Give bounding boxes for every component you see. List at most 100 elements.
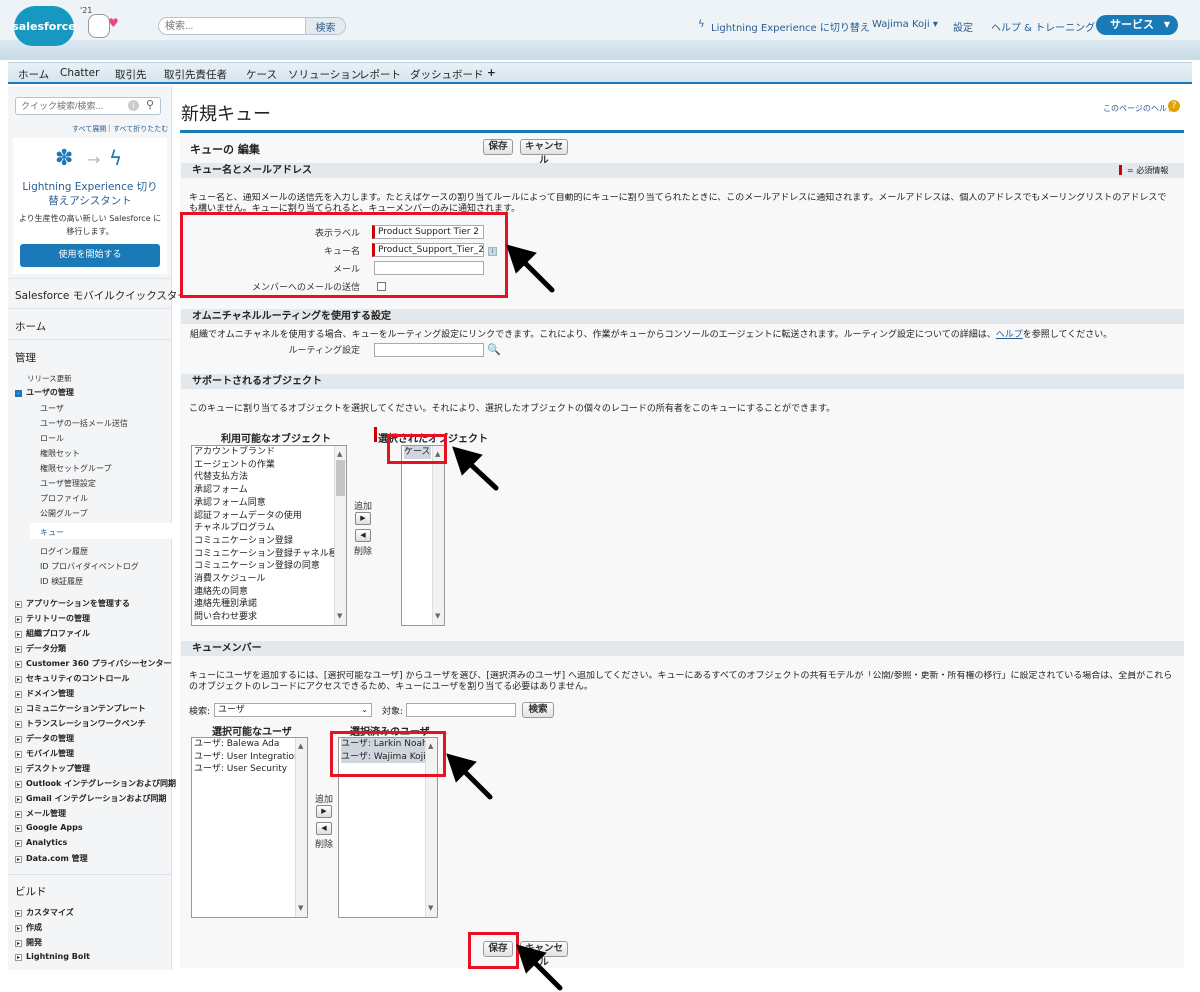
mobile-quickstart-link[interactable]: Salesforce モバイルクイックスタート <box>15 288 198 303</box>
object-option[interactable]: 認証フォームデータの使用 <box>194 510 346 523</box>
sidebar-build-item[interactable]: ▸ 作成 <box>15 922 42 933</box>
scrollbar[interactable]: ▲ ▼ <box>432 446 444 625</box>
sidebar-category[interactable]: ▸ モバイル管理 <box>15 748 74 759</box>
object-option[interactable]: 連絡先の同意 <box>194 586 346 599</box>
global-search-button[interactable]: 検索 <box>305 18 345 34</box>
tab-dashboards[interactable]: ダッシュボード <box>410 67 484 82</box>
selected-user-option[interactable]: ユーザ: Larkin Noah <box>341 738 428 751</box>
email-input[interactable] <box>374 261 484 275</box>
page-help-link[interactable]: このページのヘルプ <box>1103 103 1175 114</box>
sidebar-item-permission-sets[interactable]: 権限セット <box>40 448 80 459</box>
sidebar-item-user-settings[interactable]: ユーザ管理設定 <box>40 478 96 489</box>
remove-object-button[interactable]: ◀ <box>355 529 371 542</box>
scroll-up-icon[interactable]: ▲ <box>435 448 440 461</box>
cancel-button-top[interactable]: キャンセル <box>520 139 568 166</box>
save-button-bottom[interactable]: 保存 <box>483 941 513 957</box>
sidebar-category[interactable]: ▸ メール管理 <box>15 808 66 819</box>
sidebar-item-roles[interactable]: ロール <box>40 433 64 444</box>
sidebar-category[interactable]: ▸ Google Apps <box>15 823 83 832</box>
tab-add-button[interactable]: + <box>487 67 496 79</box>
user-menu[interactable]: Wajima Koji ▾ <box>872 19 938 30</box>
available-users-list[interactable]: ユーザ: Balewa Ada ユーザ: User Integration ユーザ:… <box>191 737 308 918</box>
sidebar-user-mgmt[interactable]: - ユーザの管理 <box>15 387 74 398</box>
object-option[interactable]: コミュニケーション登録の同意 <box>194 560 346 573</box>
selected-users-list[interactable]: ユーザ: Larkin Noah ユーザ: Wajima Koji ▲ ▼ <box>338 737 438 918</box>
object-option[interactable]: コミュニケーション登録 <box>194 535 346 548</box>
scroll-up-icon[interactable]: ▲ <box>337 448 342 461</box>
sidebar-category[interactable]: ▸ コミュニケーションテンプレート <box>15 703 146 714</box>
scroll-down-icon[interactable]: ▼ <box>428 902 433 915</box>
sidebar-item-mass-email[interactable]: ユーザの一括メール送信 <box>40 418 128 429</box>
help-icon[interactable]: ? <box>1168 100 1180 112</box>
sidebar-item-profiles[interactable]: プロファイル <box>40 493 88 504</box>
sidebar-category[interactable]: ▸ Outlook インテグレーションおよび同期 <box>15 778 176 789</box>
sidebar-category[interactable]: ▸ テリトリーの管理 <box>15 613 90 624</box>
global-search-input[interactable] <box>165 19 305 33</box>
sidebar-item-id-verification[interactable]: ID 検証履歴 <box>40 576 83 587</box>
queue-name-input[interactable]: Product_Support_Tier_2 <box>372 243 484 257</box>
object-option[interactable]: チャネルプログラム <box>194 522 346 535</box>
sidebar-category[interactable]: ▸ Customer 360 プライバシーセンター <box>15 658 171 669</box>
tab-reports[interactable]: レポート <box>359 67 401 82</box>
object-option[interactable]: コミュニケーション登録チャネル種別 <box>194 548 346 561</box>
assistant-title[interactable]: Lightning Experience 切り替えアシスタント <box>21 180 159 208</box>
user-option[interactable]: ユーザ: User Integration <box>194 751 307 764</box>
routing-config-input[interactable] <box>374 343 484 357</box>
scrollbar[interactable]: ▲ ▼ <box>334 446 346 625</box>
sidebar-category[interactable]: ▸ アプリケーションを管理する <box>15 598 130 609</box>
object-option[interactable]: アカウントブランド <box>194 446 346 459</box>
scroll-down-icon[interactable]: ▼ <box>435 610 440 623</box>
sidebar-category[interactable]: ▸ Analytics <box>15 838 67 847</box>
collapse-all-link[interactable]: すべて折りたたむ <box>113 124 168 134</box>
object-option[interactable]: 問い合わせ要求 <box>194 611 346 624</box>
selected-user-option[interactable]: ユーザ: Wajima Koji <box>341 750 426 764</box>
sidebar-category[interactable]: ▸ Gmail インテグレーションおよび同期 <box>15 793 166 804</box>
object-option[interactable]: 承認フォーム <box>194 484 346 497</box>
search-icon[interactable]: ⚲ <box>146 98 154 111</box>
object-option[interactable]: 連絡先種別承諾 <box>194 598 346 611</box>
available-objects-list[interactable]: アカウントブランド エージェントの作業 代替支払方法 承認フォーム 承認フォーム同意 認証… <box>191 445 347 626</box>
object-option[interactable]: 承認フォーム同意 <box>194 497 346 510</box>
quick-find[interactable]: i ⚲ <box>15 97 161 115</box>
sidebar-item-login-history[interactable]: ログイン履歴 <box>40 546 88 557</box>
info-icon[interactable]: i <box>128 100 139 111</box>
object-option[interactable]: 消費スケジュール <box>194 573 346 586</box>
sidebar-item-queues[interactable]: キュー <box>40 527 64 538</box>
sidebar-category[interactable]: ▸ ドメイン管理 <box>15 688 74 699</box>
scrollbar[interactable]: ▲ ▼ <box>295 738 307 917</box>
add-object-button[interactable]: ▶ <box>355 512 371 525</box>
sidebar-build-item[interactable]: ▸ カスタマイズ <box>15 907 74 918</box>
salesforce-logo[interactable]: salesforce <box>12 6 76 46</box>
sidebar-category[interactable]: ▸ データの管理 <box>15 733 74 744</box>
global-search[interactable]: 検索 <box>158 17 346 35</box>
lookup-search-icon[interactable]: 🔍 <box>487 343 501 356</box>
sidebar-category[interactable]: ▸ データ分類 <box>15 643 66 654</box>
sidebar-category[interactable]: ▸ セキュリティのコントロール <box>15 673 130 684</box>
sidebar-home-link[interactable]: ホーム <box>15 319 46 334</box>
scrollbar[interactable]: ▲ ▼ <box>425 738 437 917</box>
label-input[interactable]: Product Support Tier 2 <box>372 225 484 239</box>
tab-accounts[interactable]: 取引先 <box>115 67 147 82</box>
quick-find-input[interactable] <box>21 99 121 113</box>
sidebar-item-permission-set-groups[interactable]: 権限セットグループ <box>40 463 112 474</box>
tab-chatter[interactable]: Chatter <box>60 67 99 79</box>
object-option[interactable]: 代替支払方法 <box>194 471 346 484</box>
app-menu-button[interactable]: サービス ▼ <box>1096 15 1178 35</box>
info-icon[interactable]: i <box>488 247 497 256</box>
help-training-link[interactable]: ヘルプ & トレーニング <box>991 19 1095 34</box>
user-option[interactable]: ユーザ: Balewa Ada <box>194 738 307 751</box>
sidebar-category[interactable]: ▸ トランスレーションワークベンチ <box>15 718 146 729</box>
tab-cases[interactable]: ケース <box>246 67 277 82</box>
switch-lightning-link[interactable]: Lightning Experience に切り替え <box>711 19 870 34</box>
member-type-select[interactable]: ユーザ ⌄ <box>214 703 372 717</box>
member-search-input[interactable] <box>406 703 516 717</box>
sidebar-build-item[interactable]: ▸ 開発 <box>15 937 42 948</box>
sidebar-category[interactable]: ▸ Data.com 管理 <box>15 853 88 864</box>
scroll-up-icon[interactable]: ▲ <box>298 740 303 753</box>
sidebar-release-updates[interactable]: リリース更新 <box>27 373 72 384</box>
selected-object-option[interactable]: ケース <box>404 446 431 459</box>
save-button-top[interactable]: 保存 <box>483 139 513 155</box>
expand-all-link[interactable]: すべて展開 <box>72 124 106 134</box>
selected-objects-list[interactable]: ケース ▲ ▼ <box>401 445 445 626</box>
remove-user-button[interactable]: ◀ <box>316 822 332 835</box>
